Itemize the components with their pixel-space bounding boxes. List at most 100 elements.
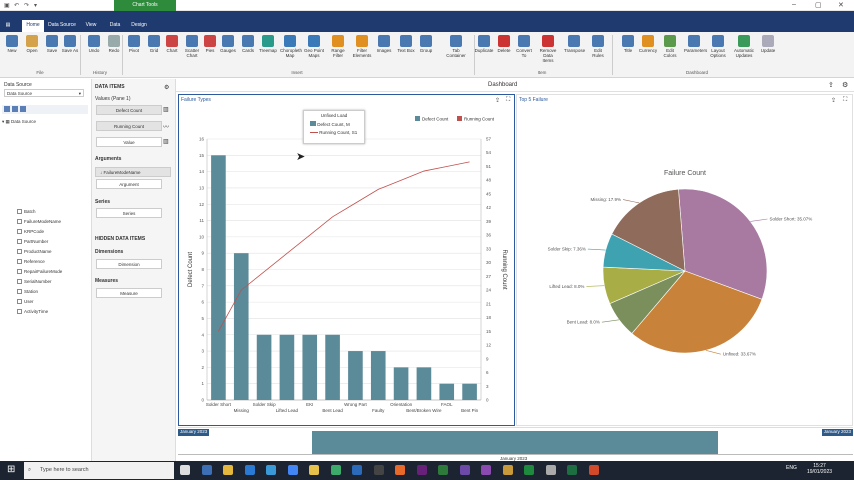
field-item[interactable]: ActivityTime — [17, 309, 48, 314]
quick-access-dropdown-icon[interactable]: ▾ — [34, 2, 37, 9]
taskbar-app-icon[interactable] — [502, 465, 513, 475]
ribbon-button-tab-container[interactable]: Tab Container — [446, 35, 466, 58]
taskbar-app-icon[interactable] — [201, 465, 212, 475]
bar[interactable] — [211, 155, 226, 400]
ribbon-button-filter-elements[interactable]: Filter Elements — [352, 35, 372, 58]
argument-placeholder[interactable]: Argument — [96, 179, 162, 189]
ribbon-button-delete[interactable]: Delete — [494, 35, 514, 53]
ribbon-button-title[interactable]: Title — [618, 35, 638, 53]
line-chart-icon[interactable]: 〰 — [163, 122, 169, 131]
range-filter[interactable]: January 2023 January 2023 January 2023 — [178, 427, 853, 461]
argument-item[interactable]: ↓ FailureModeName — [95, 167, 171, 177]
ribbon-button-choropleth-map[interactable]: Choropleth Map — [280, 35, 302, 58]
field-item[interactable]: RepairFailureMode — [17, 269, 62, 274]
group-icon[interactable] — [20, 106, 26, 112]
ribbon-button-cards[interactable]: Cards — [238, 35, 258, 53]
ribbon-button-new[interactable]: New — [2, 35, 22, 53]
bar[interactable] — [462, 383, 477, 400]
bar[interactable] — [348, 351, 363, 400]
ribbon-button-redo[interactable]: Redo — [104, 35, 124, 53]
ribbon-button-pivot[interactable]: Pivot — [124, 35, 144, 53]
taskbar-app-icon[interactable] — [481, 465, 491, 475]
close-button[interactable]: ✕ — [838, 1, 844, 9]
taskbar-app-icon[interactable] — [309, 465, 319, 475]
taskbar-app-icon[interactable] — [524, 465, 534, 475]
pareto-chart[interactable]: 0123456789101112131415160369121518212427… — [179, 95, 516, 427]
ribbon-button-update[interactable]: Update — [758, 35, 778, 53]
ribbon-button-edit-colors[interactable]: Edit Colors — [660, 35, 680, 58]
ribbon-button-save-as[interactable]: Save As — [60, 35, 80, 53]
windows-start-icon[interactable]: ⊞ — [7, 465, 17, 475]
taskbar-search[interactable]: ⌕ Type here to search — [24, 462, 174, 479]
field-item[interactable]: FailureModeName — [17, 219, 61, 224]
bar[interactable] — [393, 367, 409, 400]
ribbon-button-chart[interactable]: Chart — [162, 35, 182, 53]
range-selection[interactable] — [312, 431, 718, 454]
tab-home[interactable]: Home — [22, 20, 44, 32]
value-item-defect-count[interactable]: Defect Count — [96, 105, 162, 115]
pie-chart[interactable]: Failure Count Solder Short: 35.07% Unfixed… — [517, 95, 854, 427]
series-placeholder[interactable]: Series — [96, 208, 162, 218]
ribbon-button-layout-options[interactable]: Layout Options — [708, 35, 728, 58]
clock[interactable]: 15:27 19/01/2023 — [807, 463, 832, 475]
taskbar-app-icon[interactable] — [588, 465, 599, 475]
running-count-line[interactable] — [218, 161, 470, 332]
ribbon-button-open[interactable]: Open — [22, 35, 42, 53]
measure-placeholder[interactable]: Measure — [96, 288, 162, 298]
failure-types-panel[interactable]: Failure Types ⇪ ⛶ 0 1 2 3 4 5 6 7 8 9 10 11 12 13 14 15… — [178, 94, 515, 426]
field-item[interactable]: ProductName — [17, 249, 52, 254]
field-item[interactable]: Reference — [17, 259, 45, 264]
ribbon-button-remove-data-items[interactable]: Remove Data Items — [538, 35, 558, 63]
field-item[interactable]: Station — [17, 289, 38, 294]
bar[interactable] — [439, 383, 455, 400]
tab-file[interactable]: ▤ — [2, 20, 14, 32]
export-icon[interactable]: ⇪ — [828, 81, 834, 89]
dimension-placeholder[interactable]: Dimension — [96, 259, 162, 269]
tree-root[interactable]: ▾ ▦ Data Source — [2, 119, 36, 125]
ribbon-button-pies[interactable]: Pies — [200, 35, 220, 53]
taskbar-app-icon[interactable] — [567, 465, 577, 475]
taskbar-app-icon[interactable] — [459, 465, 470, 475]
sort-asc-icon[interactable] — [4, 106, 10, 112]
taskbar-app-icon[interactable] — [395, 465, 405, 475]
ribbon-button-edit-rules[interactable]: Edit Rules — [588, 35, 608, 58]
minimize-button[interactable]: – — [792, 1, 796, 8]
ribbon-button-parameters[interactable]: Parameters — [684, 35, 707, 53]
settings-icon[interactable]: ⚙ — [164, 84, 169, 91]
ribbon-button-gauges[interactable]: Gauges — [218, 35, 238, 53]
taskbar-app-icon[interactable] — [373, 465, 384, 475]
ribbon-button-convert-to[interactable]: Convert To — [514, 35, 534, 58]
ribbon-button-text-box[interactable]: Text Box — [396, 35, 416, 53]
taskbar-app-icon[interactable] — [330, 465, 341, 475]
tab-data-source[interactable]: Data Source — [46, 20, 78, 32]
value-item-running-count[interactable]: Running Count — [96, 121, 162, 131]
ribbon-button-grid[interactable]: Grid — [144, 35, 164, 53]
taskbar-app-icon[interactable] — [223, 465, 233, 475]
bar[interactable] — [325, 334, 340, 400]
taskbar-app-icon[interactable] — [438, 465, 448, 475]
bar[interactable] — [416, 367, 432, 400]
ribbon-button-currency[interactable]: Currency — [638, 35, 658, 53]
tab-view[interactable]: View — [82, 20, 100, 32]
sort-desc-icon[interactable] — [12, 106, 18, 112]
lang-indicator[interactable]: ENG — [786, 465, 797, 471]
ribbon-button-save[interactable]: Save — [42, 35, 62, 53]
taskbar-app-icon[interactable] — [244, 465, 255, 475]
field-item[interactable]: KRPCode — [17, 229, 44, 234]
bar[interactable] — [256, 334, 272, 400]
ribbon-button-range-filter[interactable]: Range Filter — [328, 35, 348, 58]
ribbon-button-geo-point-maps[interactable]: Geo Point Maps — [304, 35, 324, 58]
bar[interactable] — [302, 334, 318, 400]
taskbar-app-icon[interactable] — [352, 465, 362, 475]
ribbon-button-transpose[interactable]: Transpose — [564, 35, 585, 53]
ribbon-button-undo[interactable]: Undo — [84, 35, 104, 53]
taskbar-app-icon[interactable] — [180, 465, 190, 475]
bar-chart-icon[interactable]: ▥ — [163, 106, 169, 113]
tab-data[interactable]: Data — [104, 20, 126, 32]
field-item[interactable]: SerialNumber — [17, 279, 52, 284]
taskbar-app-icon[interactable] — [416, 465, 427, 475]
parameters-icon[interactable]: ⚙ — [842, 81, 848, 89]
field-item[interactable]: Batch — [17, 209, 36, 214]
ribbon-button-scatter-chart[interactable]: Scatter Chart — [182, 35, 202, 58]
bar[interactable] — [370, 351, 386, 400]
